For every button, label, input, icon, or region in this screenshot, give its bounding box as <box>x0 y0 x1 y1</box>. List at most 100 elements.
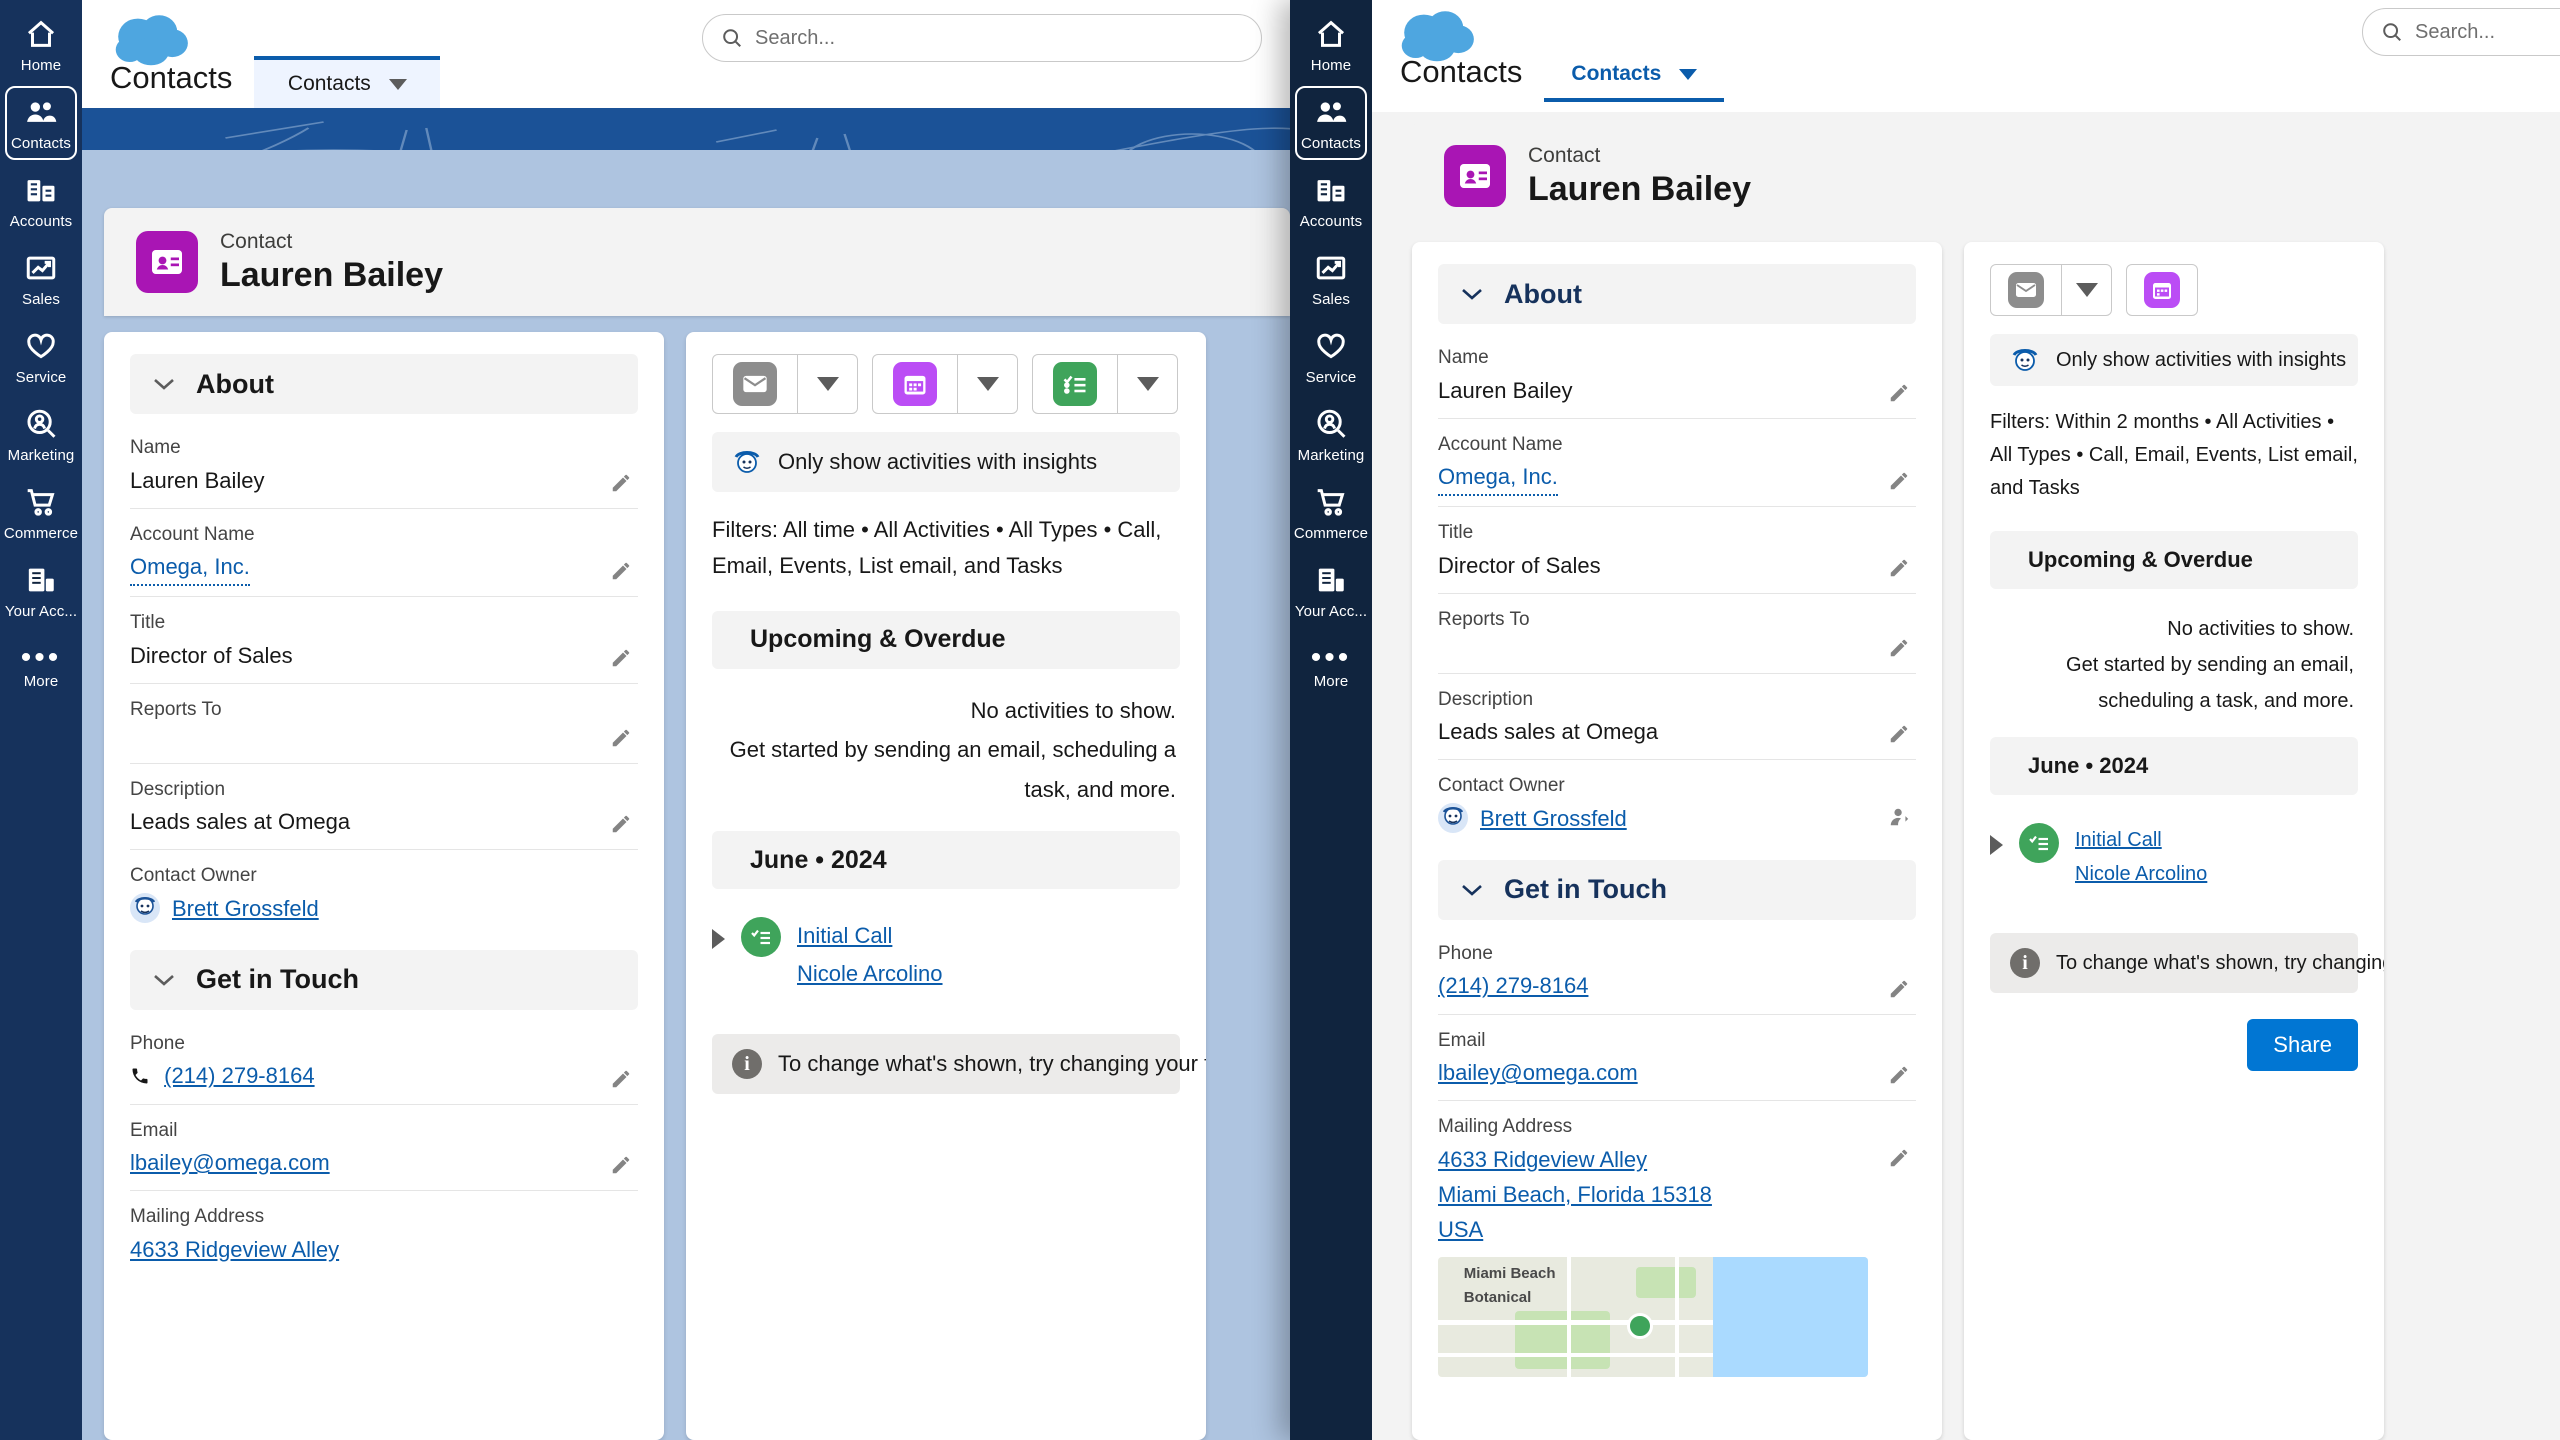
sidebar-item-sales[interactable]: Sales <box>5 242 77 316</box>
email-dropdown-button[interactable] <box>797 355 857 413</box>
sidebar-item-sales[interactable]: Sales <box>1295 242 1367 316</box>
address-line-2[interactable]: Miami Beach, Florida 15318 <box>1438 1177 1868 1212</box>
share-button[interactable]: Share <box>2247 1019 2358 1071</box>
get-in-touch-section-header-front[interactable]: Get in Touch <box>1438 859 1916 920</box>
sidebar-item-service[interactable]: Service <box>1295 320 1367 394</box>
edit-pencil-icon[interactable] <box>610 1154 632 1176</box>
contact-owner-link[interactable]: Brett Grossfeld <box>1480 801 1627 836</box>
edit-pencil-icon[interactable] <box>610 727 632 749</box>
event-action-button[interactable] <box>873 355 957 413</box>
timeline-month-group-front[interactable]: June • 2024 <box>1990 737 2358 795</box>
phone-link[interactable]: (214) 279-8164 <box>1438 968 1868 1003</box>
timeline-month-group-back[interactable]: June • 2024 <box>712 831 1180 890</box>
sidebar-item-more[interactable]: ••• More <box>5 632 77 706</box>
address-map[interactable]: Miami Beach Botanical <box>1438 1257 1868 1378</box>
task-action-group-back[interactable] <box>1032 354 1178 414</box>
change-owner-icon[interactable] <box>1888 806 1910 828</box>
email-action-group-front[interactable] <box>1990 264 2112 316</box>
sidebar-item-more[interactable]: ••• More <box>1295 632 1367 706</box>
timeline-item-front[interactable]: Initial Call Nicole Arcolino <box>1990 813 2358 909</box>
chevron-down-icon[interactable] <box>1679 68 1698 80</box>
chevron-down-icon[interactable] <box>388 78 407 90</box>
timeline-item-title-back[interactable]: Initial Call <box>797 917 943 954</box>
chevron-right-icon[interactable] <box>712 929 725 950</box>
account-name-link[interactable]: Omega, Inc. <box>1438 459 1558 497</box>
info-icon: i <box>732 1049 762 1080</box>
sidebar-item-label: Service <box>1305 368 1357 386</box>
get-in-touch-section-header-back[interactable]: Get in Touch <box>130 949 638 1010</box>
timeline-item-person-front[interactable]: Nicole Arcolino <box>2075 857 2207 891</box>
map-road <box>1567 1257 1571 1378</box>
phone-link[interactable]: (214) 279-8164 <box>164 1063 314 1088</box>
address-line-3[interactable]: USA <box>1438 1212 1868 1247</box>
edit-pencil-icon[interactable] <box>1888 723 1910 745</box>
address-line-1[interactable]: 4633 Ridgeview Alley <box>1438 1142 1868 1177</box>
edit-pencil-icon[interactable] <box>1888 382 1910 404</box>
event-action-group-front[interactable] <box>2126 264 2198 316</box>
chevron-down-icon[interactable] <box>1460 883 1484 897</box>
event-action-button[interactable] <box>2127 265 2197 315</box>
search-placeholder-text: Search... <box>755 26 836 49</box>
sidebar-item-marketing[interactable]: Marketing <box>5 398 77 472</box>
event-dropdown-button[interactable] <box>957 355 1017 413</box>
edit-pencil-icon[interactable] <box>610 560 632 582</box>
edit-pencil-icon[interactable] <box>610 1068 632 1090</box>
timeline-item-text-front: Initial Call Nicole Arcolino <box>2075 823 2207 891</box>
task-dropdown-button[interactable] <box>1117 355 1177 413</box>
sidebar-item-service[interactable]: Service <box>5 320 77 394</box>
edit-pencil-icon[interactable] <box>610 472 632 494</box>
timeline-item-title-front[interactable]: Initial Call <box>2075 823 2207 857</box>
upcoming-overdue-header-back[interactable]: Upcoming & Overdue <box>712 610 1180 669</box>
timeline-item-person-back[interactable]: Nicole Arcolino <box>797 955 943 992</box>
tab-contacts-back[interactable]: Contacts <box>254 56 441 108</box>
sidebar-item-commerce[interactable]: Commerce <box>1294 476 1368 550</box>
email-link[interactable]: lbailey@omega.com <box>1438 1055 1868 1090</box>
edit-pencil-icon[interactable] <box>610 647 632 669</box>
task-action-button[interactable] <box>1033 355 1117 413</box>
map-park <box>1635 1266 1696 1299</box>
event-action-group-back[interactable] <box>872 354 1018 414</box>
contact-owner-link[interactable]: Brett Grossfeld <box>172 891 319 926</box>
about-section-header-back[interactable]: About <box>130 354 638 414</box>
email-action-button[interactable] <box>713 355 797 413</box>
record-page-back: Contact Lauren Bailey About Name Lauren … <box>82 150 1290 1440</box>
timeline-item-back[interactable]: Initial Call Nicole Arcolino <box>712 907 1180 1010</box>
email-link[interactable]: lbailey@omega.com <box>130 1145 590 1180</box>
upcoming-overdue-header-front[interactable]: Upcoming & Overdue <box>1990 531 2358 589</box>
chevron-down-icon[interactable] <box>152 973 176 987</box>
edit-pencil-icon[interactable] <box>1888 557 1910 579</box>
email-action-group-back[interactable] <box>712 354 858 414</box>
email-action-button[interactable] <box>1991 265 2061 315</box>
account-name-link[interactable]: Omega, Inc. <box>130 549 250 587</box>
sidebar-item-accounts[interactable]: Accounts <box>1295 164 1367 238</box>
chevron-down-icon[interactable] <box>1460 287 1484 301</box>
sidebar-item-marketing[interactable]: Marketing <box>1295 398 1367 472</box>
about-section-header-front[interactable]: About <box>1438 264 1916 324</box>
edit-pencil-icon[interactable] <box>1888 1064 1910 1086</box>
only-show-insights-toggle-back[interactable]: Only show activities with insights <box>712 432 1180 492</box>
location-pin-icon[interactable] <box>1627 1312 1654 1339</box>
sidebar-item-label: More <box>1313 672 1349 690</box>
sidebar-item-commerce[interactable]: Commerce <box>4 476 78 550</box>
field-description-back: Description Leads sales at Omega <box>130 764 638 851</box>
tab-contacts-front[interactable]: Contacts <box>1544 50 1725 102</box>
edit-pencil-icon[interactable] <box>1888 978 1910 1000</box>
only-show-insights-toggle-front[interactable]: Only show activities with insights <box>1990 334 2358 386</box>
sidebar-item-accounts[interactable]: Accounts <box>5 164 77 238</box>
sidebar-item-your-acc[interactable]: Your Acc... <box>1295 554 1367 628</box>
edit-pencil-icon[interactable] <box>1888 470 1910 492</box>
empty-primary-front: No activities to show. <box>2167 618 2354 640</box>
chevron-right-icon[interactable] <box>1990 835 2003 855</box>
sidebar-item-home[interactable]: Home <box>1295 8 1367 82</box>
sidebar-item-home[interactable]: Home <box>5 8 77 82</box>
sidebar-item-your-acc[interactable]: Your Acc... <box>5 554 77 628</box>
chevron-down-icon[interactable] <box>152 377 176 391</box>
address-line-1[interactable]: 4633 Ridgeview Alley <box>130 1232 590 1267</box>
sidebar-item-contacts[interactable]: Contacts <box>1295 86 1367 160</box>
edit-pencil-icon[interactable] <box>1888 1147 1910 1169</box>
edit-pencil-icon[interactable] <box>1888 637 1910 659</box>
sidebar-item-contacts[interactable]: Contacts <box>5 86 77 160</box>
edit-pencil-icon[interactable] <box>610 813 632 835</box>
email-dropdown-button[interactable] <box>2061 265 2111 315</box>
sidebar-item-label: Marketing <box>7 446 75 464</box>
